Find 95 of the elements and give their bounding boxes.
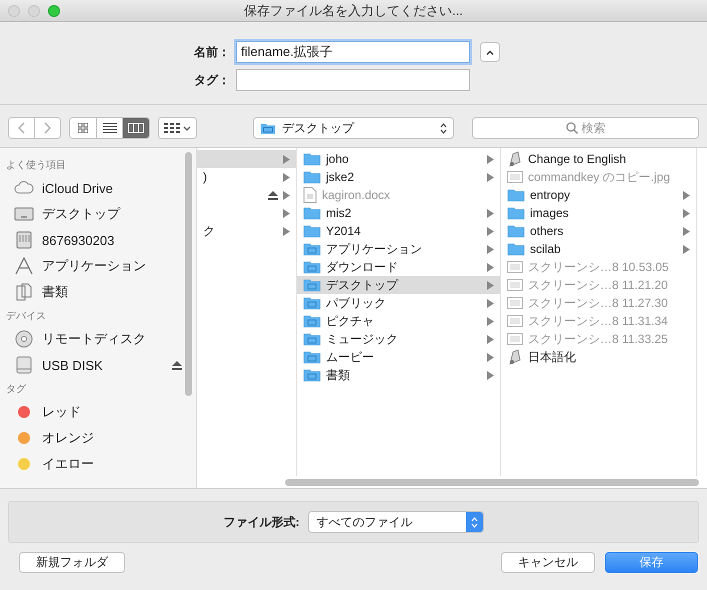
- file-row[interactable]: entropy: [501, 186, 696, 204]
- image-file-icon: [507, 314, 523, 328]
- folder-icon: [260, 122, 276, 134]
- file-format-popup[interactable]: すべてのファイル: [308, 511, 484, 533]
- file-row[interactable]: デスクトップ: [297, 276, 500, 294]
- sidebar-item[interactable]: iCloud Drive: [0, 175, 196, 201]
- file-row[interactable]: scilab: [501, 240, 696, 258]
- file-format-label: ファイル形式:: [224, 514, 300, 530]
- arrange-icon: [164, 123, 190, 133]
- sidebar-item[interactable]: デスクトップ: [0, 201, 196, 227]
- folder-icon: [303, 152, 321, 166]
- file-row[interactable]: joho: [297, 150, 500, 168]
- file-row[interactable]: ダウンロード: [297, 258, 500, 276]
- scrollbar[interactable]: [285, 478, 699, 486]
- folder-icon: [303, 260, 321, 274]
- file-row[interactable]: ミュージック: [297, 330, 500, 348]
- close-button[interactable]: [8, 5, 20, 17]
- location-popup[interactable]: デスクトップ: [252, 117, 454, 139]
- scrollbar[interactable]: [185, 152, 192, 396]
- file-row[interactable]: jske2: [297, 168, 500, 186]
- script-icon: [507, 151, 523, 167]
- drive-icon: [14, 231, 34, 249]
- cancel-button[interactable]: キャンセル: [501, 552, 595, 573]
- folder-icon: [303, 278, 321, 292]
- icon-view-icon: [78, 123, 88, 133]
- desktop-icon: [14, 205, 34, 223]
- list-view-icon: [102, 123, 117, 133]
- folder-icon: [507, 224, 525, 238]
- file-row[interactable]: ピクチャ: [297, 312, 500, 330]
- updown-icon: [440, 122, 448, 134]
- folder-icon: [303, 242, 321, 256]
- file-row[interactable]: mis2: [297, 204, 500, 222]
- sidebar-item[interactable]: USB DISK: [0, 352, 196, 378]
- image-file-icon: [507, 278, 523, 292]
- folder-icon: [303, 368, 321, 382]
- tag-field[interactable]: [236, 69, 470, 91]
- eject-icon[interactable]: [268, 190, 278, 200]
- folder-icon: [303, 224, 321, 238]
- folder-icon: [303, 350, 321, 364]
- search-icon: [566, 122, 578, 134]
- sidebar-section-title: タグ: [5, 383, 27, 397]
- folder-icon: [303, 170, 321, 184]
- image-file-icon: [507, 296, 523, 310]
- forward-icon: [44, 122, 52, 134]
- script-icon: [507, 349, 523, 365]
- window-title: 保存ファイル名を入力してください...: [243, 2, 464, 20]
- image-file-icon: [507, 260, 523, 274]
- new-folder-button[interactable]: 新規フォルダ: [19, 552, 125, 573]
- image-file-icon: [507, 332, 523, 346]
- minimize-button[interactable]: [28, 5, 40, 17]
- disc-icon: [14, 330, 34, 348]
- file-row[interactable]: ): [197, 168, 296, 186]
- image-file-icon: [507, 170, 523, 184]
- folder-icon: [303, 206, 321, 220]
- folder-icon: [507, 242, 525, 256]
- sidebar-item[interactable]: 8676930203: [0, 227, 196, 253]
- sidebar-section-title: デバイス: [5, 310, 47, 324]
- zoom-button[interactable]: [48, 5, 60, 17]
- sidebar-section-title: よく使う項目: [5, 159, 67, 173]
- sidebar-item[interactable]: アプリケーション: [0, 253, 196, 279]
- file-row[interactable]: アプリケーション: [297, 240, 500, 258]
- sidebar-item[interactable]: オレンジ: [0, 425, 196, 451]
- updown-icon: [470, 516, 478, 528]
- caret-icon: [486, 50, 494, 54]
- documents-icon: [14, 283, 34, 301]
- column-view-icon: [128, 123, 144, 133]
- forward-button[interactable]: [34, 118, 60, 138]
- sidebar-item[interactable]: レッド: [0, 399, 196, 425]
- file-row[interactable]: ク: [197, 222, 296, 240]
- file-row[interactable]: Change to English: [501, 150, 696, 168]
- tag-label: タグ：: [193, 72, 231, 88]
- folder-icon: [303, 332, 321, 346]
- eject-icon[interactable]: [172, 360, 182, 370]
- name-label: 名前：: [192, 44, 231, 60]
- folder-icon: [507, 206, 525, 220]
- file-row[interactable]: ムービー: [297, 348, 500, 366]
- folder-icon: [303, 296, 321, 310]
- external-drive-icon: [14, 356, 34, 374]
- file-row[interactable]: 日本語化: [501, 348, 696, 366]
- name-field[interactable]: filename.拡張子: [236, 41, 470, 63]
- collapse-button[interactable]: [480, 42, 500, 62]
- folder-icon: [303, 314, 321, 328]
- folder-icon: [507, 188, 525, 202]
- view-mode-button[interactable]: [122, 118, 149, 138]
- file-row[interactable]: Y2014: [297, 222, 500, 240]
- file-row[interactable]: 書類: [297, 366, 500, 384]
- file-row[interactable]: images: [501, 204, 696, 222]
- file-row[interactable]: パブリック: [297, 294, 500, 312]
- applications-icon: [14, 257, 34, 275]
- sidebar-item[interactable]: 書類: [0, 279, 196, 305]
- document-icon: [303, 187, 317, 203]
- back-icon: [18, 122, 26, 134]
- sidebar-item[interactable]: イエロー: [0, 451, 196, 477]
- sidebar-item[interactable]: リモートディスク: [0, 326, 196, 352]
- file-row[interactable]: others: [501, 222, 696, 240]
